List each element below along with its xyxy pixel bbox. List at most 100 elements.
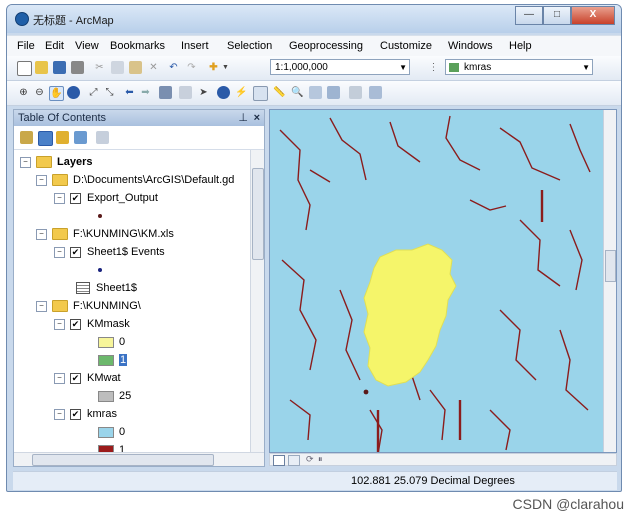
list-by-selection-icon[interactable] (74, 131, 87, 144)
forward-icon[interactable]: ➡ (139, 86, 152, 99)
collapse-icon[interactable]: − (36, 228, 47, 240)
collapse-icon[interactable]: − (36, 300, 47, 312)
find-route-icon[interactable] (309, 86, 322, 99)
table-sheet1[interactable]: Sheet1$ (76, 280, 137, 296)
identify-icon[interactable] (217, 86, 230, 99)
list-by-source-icon[interactable] (38, 131, 53, 146)
refresh-icon[interactable]: ⟳ (306, 454, 314, 465)
maximize-button[interactable]: □ (543, 6, 571, 25)
copy-icon[interactable] (111, 61, 124, 74)
map-canvas[interactable] (270, 110, 606, 453)
undo-icon[interactable]: ↶ (167, 61, 180, 74)
outlet-point[interactable] (363, 389, 369, 395)
paste-icon[interactable] (129, 61, 142, 74)
new-icon[interactable] (17, 61, 32, 76)
source-group-default-gdb[interactable]: − D:\Documents\ArcGIS\Default.gd (36, 172, 234, 188)
select-features-icon[interactable] (159, 86, 172, 99)
legend-class-25[interactable]: 25 (98, 388, 131, 404)
menu-geoprocessing[interactable]: Geoprocessing (289, 40, 363, 52)
find-icon[interactable]: 🔍 (291, 86, 304, 99)
minimize-button[interactable]: — (515, 6, 543, 25)
layer-visibility-checkbox[interactable]: ✔ (70, 318, 81, 330)
print-icon[interactable] (71, 61, 84, 74)
collapse-icon[interactable]: − (54, 246, 65, 258)
html-popup-icon[interactable] (253, 86, 268, 101)
go-to-xy-icon[interactable] (327, 86, 340, 99)
measure-icon[interactable]: 📏 (273, 86, 286, 99)
select-elements-icon[interactable]: ➤ (197, 86, 210, 99)
layers-root[interactable]: − Layers (20, 154, 92, 170)
title-bar[interactable]: 无标题 - ArcMap — □ X (7, 5, 621, 33)
menu-selection[interactable]: Selection (227, 40, 272, 52)
delete-icon[interactable]: ✕ (147, 61, 160, 74)
fixed-zoom-in-icon[interactable]: ⤢ (87, 86, 100, 99)
target-layer-combo[interactable]: kmras ▼ (445, 59, 593, 75)
hyperlink-icon[interactable]: ⚡ (235, 86, 248, 99)
layer-visibility-checkbox[interactable]: ✔ (70, 192, 81, 204)
menu-bookmarks[interactable]: Bookmarks (110, 40, 165, 52)
layer-sheet1-events[interactable]: − ✔ Sheet1$ Events (54, 244, 165, 260)
toc-horizontal-scrollbar[interactable] (14, 452, 264, 466)
layer-kmmask[interactable]: − ✔ KMmask (54, 316, 130, 332)
scrollbar-thumb[interactable] (605, 250, 616, 282)
add-data-dropdown-icon[interactable]: ▼ (219, 61, 232, 74)
scrollbar-thumb[interactable] (252, 168, 264, 260)
list-by-drawing-order-icon[interactable] (20, 131, 33, 144)
zoom-out-icon[interactable]: ⊖ (33, 86, 46, 99)
window-controls: — □ X (515, 6, 615, 25)
pin-icon[interactable]: ⊥ (238, 110, 248, 126)
layer-visibility-checkbox[interactable]: ✔ (70, 246, 81, 258)
legend-class-0[interactable]: 0 (98, 424, 125, 440)
redo-icon[interactable]: ↷ (185, 61, 198, 74)
map-display[interactable] (269, 109, 617, 453)
source-group-km-xls[interactable]: − F:\KUNMING\KM.xls (36, 226, 174, 242)
toc-vertical-scrollbar[interactable] (250, 150, 264, 454)
map-horizontal-scrollbar[interactable]: ⟳ ⏸ (269, 453, 617, 466)
layer-kmwat[interactable]: − ✔ KMwat (54, 370, 121, 386)
layer-kmras[interactable]: − ✔ kmras (54, 406, 117, 422)
pan-icon[interactable]: ✋ (49, 86, 64, 101)
toc-options-icon[interactable] (96, 131, 109, 144)
legend-symbol-point (98, 262, 102, 278)
pause-icon[interactable]: ⏸ (318, 454, 323, 465)
close-button[interactable]: X (571, 6, 615, 25)
back-icon[interactable]: ⬅ (123, 86, 136, 99)
save-icon[interactable] (53, 61, 66, 74)
list-by-visibility-icon[interactable] (56, 131, 69, 144)
menu-help[interactable]: Help (509, 40, 532, 52)
data-view-icon[interactable] (273, 455, 285, 466)
map-vertical-scrollbar[interactable] (603, 110, 616, 452)
scrollbar-thumb[interactable] (32, 454, 214, 466)
collapse-icon[interactable]: − (54, 318, 65, 330)
collapse-icon[interactable]: − (36, 174, 47, 186)
close-icon[interactable]: × (254, 110, 260, 126)
fixed-zoom-out-icon[interactable]: ⤡ (103, 86, 116, 99)
collapse-icon[interactable]: − (54, 408, 65, 420)
layout-view-icon[interactable] (288, 455, 300, 466)
layer-export-output[interactable]: − ✔ Export_Output (54, 190, 158, 206)
menu-windows[interactable]: Windows (448, 40, 493, 52)
clear-selection-icon[interactable] (179, 86, 192, 99)
menu-file[interactable]: File (17, 40, 35, 52)
legend-label[interactable]: 1 (119, 354, 128, 366)
collapse-icon[interactable]: − (54, 372, 65, 384)
create-viewer-icon[interactable] (369, 86, 382, 99)
zoom-in-icon[interactable]: ⊕ (17, 86, 30, 99)
menu-edit[interactable]: Edit (45, 40, 64, 52)
legend-swatch (98, 336, 114, 348)
layer-visibility-checkbox[interactable]: ✔ (70, 372, 81, 384)
source-group-kunming[interactable]: − F:\KUNMING\ (36, 298, 141, 314)
menu-insert[interactable]: Insert (181, 40, 209, 52)
full-extent-icon[interactable] (67, 86, 80, 99)
menu-customize[interactable]: Customize (380, 40, 432, 52)
time-slider-icon[interactable] (349, 86, 362, 99)
layer-visibility-checkbox[interactable]: ✔ (70, 408, 81, 420)
collapse-icon[interactable]: − (54, 192, 65, 204)
open-icon[interactable] (35, 61, 48, 74)
legend-class-0[interactable]: 0 (98, 334, 125, 350)
legend-class-1[interactable]: 1 (98, 352, 128, 368)
collapse-icon[interactable]: − (20, 156, 31, 168)
cut-icon[interactable]: ✂ (93, 61, 106, 74)
menu-view[interactable]: View (75, 40, 99, 52)
map-scale-combo[interactable]: 1:1,000,000 ▼ (270, 59, 410, 75)
